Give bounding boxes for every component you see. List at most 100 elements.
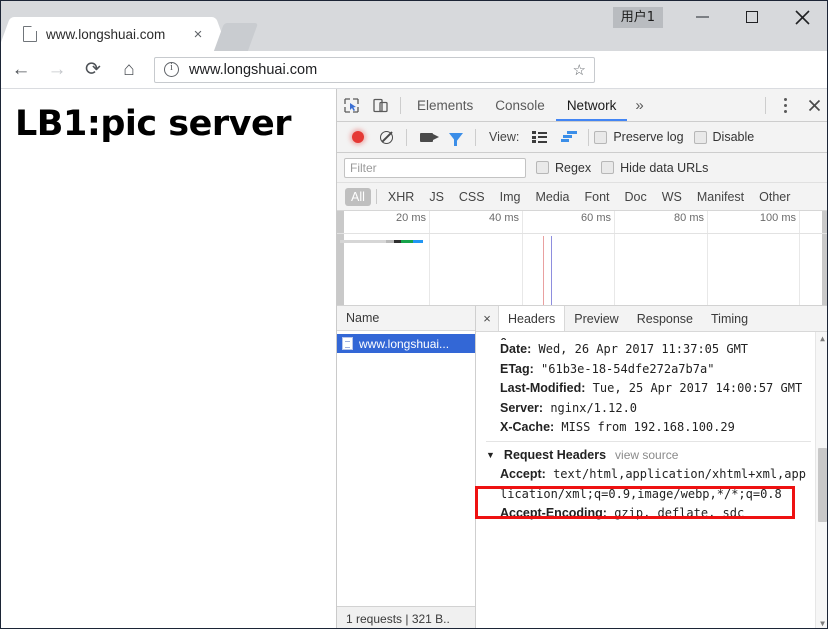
type-filter-doc[interactable]: Doc [619,188,653,206]
view-label: View: [489,130,520,144]
headers-scrollbar[interactable]: ▲ ▼ [815,332,827,628]
network-body: Name www.longshuai... 1 requests | 321 B… [337,306,827,628]
request-headers-section[interactable]: ▼ Request Headers view source [486,440,811,466]
maximize-button[interactable] [727,1,777,33]
grid-line [614,211,615,305]
disable-cache-checkbox[interactable] [693,130,707,144]
preserve-log-checkbox[interactable] [594,130,608,144]
minimize-button[interactable] [677,1,727,33]
home-button[interactable]: ⌂ [113,54,145,86]
request-list-pane: Name www.longshuai... 1 requests | 321 B… [337,306,476,628]
type-filter-font[interactable]: Font [579,188,616,206]
tab-preview[interactable]: Preview [565,306,627,331]
column-header-name[interactable]: Name [337,306,475,331]
tab-elements[interactable]: Elements [406,89,484,121]
window-user-label: 用户1 [612,7,663,28]
browser-tab[interactable]: www.longshuai.com × [13,17,213,51]
type-filter-img[interactable]: Img [494,188,527,206]
request-timing-bar [413,240,423,243]
maximize-icon [746,11,758,23]
kebab-menu-icon [784,97,787,113]
toggle-device-toolbar-button[interactable] [366,91,395,119]
detail-close-button[interactable]: × [476,306,498,331]
tab-strip: www.longshuai.com × 用户1 [1,1,827,51]
address-bar[interactable]: www.longshuai.com ☆ [154,56,595,83]
tab-headers[interactable]: Headers [498,306,566,331]
close-window-button[interactable] [777,1,827,33]
divider [588,128,590,146]
request-detail-pane: × Headers Preview Response Timing 0 Date… [476,306,827,628]
clear-button[interactable] [372,123,401,151]
filter-input[interactable]: Filter [344,157,526,178]
request-timing-bar [401,240,413,243]
bookmark-star-icon[interactable]: ☆ [573,61,586,79]
browser-window: www.longshuai.com × 用户1 ← → ⟳ ⌂ www.long… [0,0,828,629]
capture-screenshots-button[interactable] [412,123,441,151]
page-title: LB1:pic server [15,104,291,144]
view-waterfall-button[interactable] [554,123,583,151]
devtools-panel: Elements Console Network » View: Preserv… [336,89,827,628]
view-list-button[interactable] [525,123,554,151]
record-button[interactable] [343,123,372,151]
header-etag: ETag: "61b3e-18-54dfe272a7b7a" [486,360,811,380]
page-viewport: LB1:pic server [1,89,336,628]
request-list[interactable]: www.longshuai... [337,331,475,606]
hide-data-urls-label: Hide data URLs [620,160,709,175]
chevron-down-icon[interactable]: ▼ [486,446,495,466]
network-overview-timeline[interactable]: 20 ms 40 ms 60 ms 80 ms 100 ms [337,211,827,306]
type-filter-media[interactable]: Media [529,188,575,206]
header-value: nginx/1.12.0 [550,400,638,415]
header-date: Date: Wed, 26 Apr 2017 11:37:05 GMT [486,340,811,360]
devtools-menu-button[interactable] [771,91,800,119]
tab-network[interactable]: Network [556,89,628,121]
type-filter-other[interactable]: Other [753,188,796,206]
waterfall-view-icon [560,131,577,143]
type-filter-all[interactable]: All [345,187,371,206]
tab-response[interactable]: Response [628,306,702,331]
type-filter-ws[interactable]: WS [656,188,688,206]
site-info-icon[interactable] [164,61,179,77]
view-source-link[interactable]: view source [615,446,678,466]
type-filter-manifest[interactable]: Manifest [691,188,750,206]
record-icon [351,131,364,143]
network-toolbar: View: Preserve log Disable [337,122,827,153]
header-x-cache: X-Cache: MISS from 192.168.100.29 [486,418,811,438]
devtools-close-button[interactable] [800,91,827,119]
inspect-element-button[interactable] [337,91,366,119]
reload-button[interactable]: ⟳ [77,54,109,86]
request-row[interactable]: www.longshuai... [337,334,475,353]
request-timing-bar [340,240,386,243]
devtools-tab-bar: Elements Console Network » [337,89,827,122]
grid-line [707,211,708,305]
tab-timing[interactable]: Timing [702,306,757,331]
section-title: Request Headers [503,447,607,462]
type-filter-css[interactable]: CSS [453,188,491,206]
request-name: www.longshuai... [359,336,450,351]
filter-toggle-button[interactable] [441,123,470,151]
hide-data-urls-checkbox[interactable] [601,161,615,174]
type-filter-js[interactable]: JS [423,188,450,206]
filter-bar: Filter Regex Hide data URLs [337,153,827,183]
scroll-up-icon[interactable]: ▲ [816,332,827,345]
header-value: gzip, deflate, sdc [614,506,745,520]
scrollbar-thumb[interactable] [818,448,827,522]
header-value: Wed, 26 Apr 2017 11:37:05 GMT [538,342,749,356]
grid-line [429,211,430,305]
tab-console[interactable]: Console [484,89,556,121]
new-tab-button[interactable] [213,23,259,51]
more-tabs-icon[interactable]: » [627,97,651,114]
headers-content[interactable]: 0 Date: Wed, 26 Apr 2017 11:37:05 GMT ET… [476,332,827,628]
overview-right-handle[interactable] [822,211,827,305]
timeline-tick: 20 ms [396,212,426,224]
close-icon [794,9,810,25]
scroll-down-icon[interactable]: ▼ [816,617,827,628]
window-controls [677,1,827,51]
regex-checkbox[interactable] [536,161,549,174]
overview-left-handle[interactable] [337,211,344,305]
header-last-modified: Last-Modified: Tue, 25 Apr 2017 14:00:57… [486,379,811,399]
type-filter-xhr[interactable]: XHR [382,188,420,206]
forward-button[interactable]: → [41,54,73,86]
tab-close-icon[interactable]: × [189,25,207,43]
header-server: Server: nginx/1.12.0 [486,399,811,419]
back-button[interactable]: ← [5,54,37,86]
